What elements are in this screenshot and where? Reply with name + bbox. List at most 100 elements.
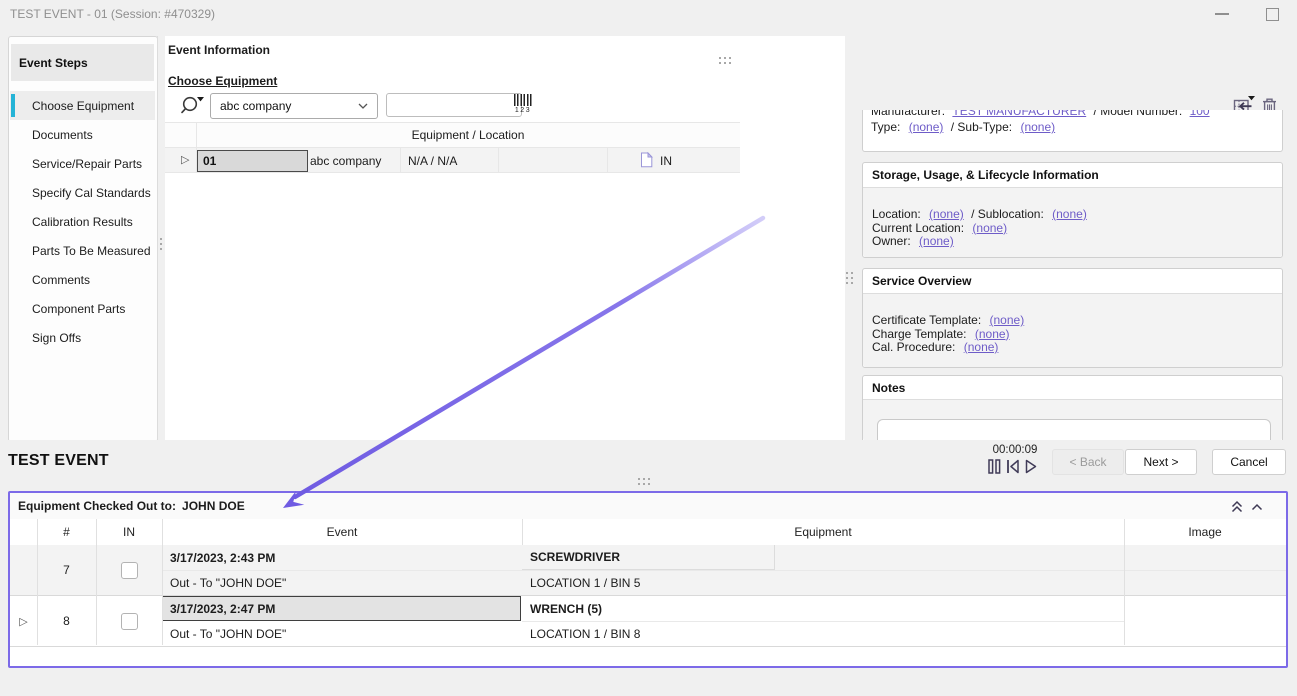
manufacturer-label: Manufacturer:: [871, 110, 945, 118]
event-detail: Out - To "JOHN DOE": [170, 621, 286, 646]
sidebar-splitter-grip[interactable]: [160, 238, 162, 240]
barcode-icon[interactable]: 123: [514, 94, 532, 114]
top-splitter-grip[interactable]: [719, 57, 721, 59]
sidebar-item-label: Documents: [32, 128, 93, 142]
owner-link[interactable]: (none): [919, 234, 954, 248]
type-label: Type:: [871, 120, 900, 134]
sidebar-item-comments[interactable]: Comments: [10, 265, 155, 294]
pause-icon[interactable]: [988, 459, 1001, 474]
notes-card-title: Notes: [863, 376, 1282, 399]
checkout-person: JOHN DOE: [182, 499, 245, 513]
event-time: 3/17/2023, 2:43 PM: [170, 545, 275, 570]
equipment-id-cell[interactable]: 01: [197, 150, 308, 172]
sidebar-item-label: Component Parts: [32, 302, 125, 316]
column-header-event: Event: [162, 519, 522, 545]
current-location-link[interactable]: (none): [972, 221, 1007, 235]
equipment-name: WRENCH (5): [530, 596, 602, 621]
notes-input[interactable]: [877, 419, 1271, 441]
checkout-table-header-row: # IN Event Equipment Image: [10, 519, 1286, 546]
search-icon[interactable]: [178, 93, 206, 119]
sidebar-item-specify-cal-standards[interactable]: Specify Cal Standards: [10, 178, 155, 207]
storage-card-body: Location: (none) / Sublocation: (none) C…: [863, 187, 1282, 257]
section-title: Event Information: [168, 43, 270, 57]
type-line: Type: (none) / Sub-Type: (none): [871, 121, 1055, 135]
next-button[interactable]: Next >: [1125, 449, 1197, 475]
row-expander-icon[interactable]: ▷: [181, 153, 189, 166]
column-divider: [96, 519, 97, 645]
column-divider: [522, 519, 523, 545]
search-input[interactable]: [386, 93, 522, 117]
location-link[interactable]: (none): [929, 207, 964, 221]
sublocation-link[interactable]: (none): [1052, 207, 1087, 221]
row-number: 8: [37, 596, 96, 646]
row-expander-icon[interactable]: ▷: [10, 596, 37, 646]
maximize-icon[interactable]: [1266, 8, 1279, 21]
column-header-in: IN: [96, 519, 162, 545]
column-divider: [162, 519, 163, 645]
company-select[interactable]: abc company: [210, 93, 378, 119]
event-timer: 00:00:09: [986, 444, 1044, 456]
event-steps-header: Event Steps: [11, 44, 154, 81]
charge-template-link[interactable]: (none): [975, 327, 1010, 341]
cal-procedure-label: Cal. Procedure:: [872, 340, 955, 354]
row-checkbox[interactable]: [121, 562, 138, 579]
window-title: TEST EVENT - 01 (Session: #470329): [10, 7, 215, 21]
location-label: Location:: [872, 207, 921, 221]
subtype-label: / Sub-Type:: [951, 120, 1012, 134]
minimize-icon[interactable]: [1215, 13, 1229, 15]
back-button[interactable]: < Back: [1052, 449, 1124, 475]
manufacturer-line: Manufacturer: TEST MANUFACTURER / Model …: [871, 110, 1210, 119]
sidebar-item-component-parts[interactable]: Component Parts: [10, 294, 155, 323]
cal-procedure-link[interactable]: (none): [964, 340, 999, 354]
equipment-status: IN: [660, 148, 672, 173]
checkout-row-7[interactable]: 7 3/17/2023, 2:43 PM Out - To "JOHN DOE"…: [10, 545, 1286, 595]
current-location-label: Current Location:: [872, 221, 964, 235]
column-header-image: Image: [1124, 519, 1286, 545]
sidebar-splitter[interactable]: [157, 36, 158, 440]
details-splitter-grip[interactable]: [846, 272, 848, 274]
footer-splitter-grip[interactable]: [638, 478, 640, 480]
cancel-button[interactable]: Cancel: [1212, 449, 1286, 475]
sidebar-item-service-repair-parts[interactable]: Service/Repair Parts: [10, 149, 155, 178]
certificate-template-label: Certificate Template:: [872, 313, 981, 327]
equipment-location: N/A / N/A: [408, 148, 457, 173]
sidebar-item-sign-offs[interactable]: Sign Offs: [10, 323, 155, 352]
event-steps-panel: Event Steps Choose Equipment Documents S…: [8, 36, 158, 442]
equipment-checked-out-panel: Equipment Checked Out to: JOHN DOE # IN …: [8, 491, 1288, 668]
subtype-link[interactable]: (none): [1020, 120, 1055, 134]
charge-template-label: Charge Template:: [872, 327, 967, 341]
service-overview-title: Service Overview: [863, 269, 1282, 293]
chevron-down-icon: [358, 103, 377, 109]
footer-bar: TEST EVENT 00:00:09 < Back Next > Cancel: [0, 440, 1297, 491]
selected-event-time-cell[interactable]: 3/17/2023, 2:47 PM: [162, 596, 521, 621]
play-icon[interactable]: [1025, 459, 1037, 474]
sidebar-item-label: Specify Cal Standards: [32, 186, 151, 200]
sidebar-item-label: Choose Equipment: [32, 99, 134, 113]
sidebar-item-choose-equipment[interactable]: Choose Equipment: [10, 91, 155, 120]
event-detail: Out - To "JOHN DOE": [170, 570, 286, 595]
type-link[interactable]: (none): [909, 120, 944, 134]
skip-to-start-icon[interactable]: [1006, 459, 1020, 474]
equipment-identity-card: Manufacturer: TEST MANUFACTURER / Model …: [862, 110, 1283, 152]
document-icon[interactable]: [640, 152, 653, 168]
collapse-icon[interactable]: [1250, 500, 1264, 513]
equipment-id: 01: [203, 154, 216, 168]
notes-card: Notes: [862, 375, 1283, 441]
collapse-all-icon[interactable]: [1230, 500, 1244, 513]
equipment-location: LOCATION 1 / BIN 5: [530, 570, 640, 595]
sidebar-item-documents[interactable]: Documents: [10, 120, 155, 149]
event-time: 3/17/2023, 2:47 PM: [163, 602, 275, 616]
sidebar-item-label: Sign Offs: [32, 331, 81, 345]
model-number-label: / Model Number:: [1094, 110, 1183, 118]
checkout-row-8[interactable]: ▷ 8 3/17/2023, 2:47 PM Out - To "JOHN DO…: [10, 595, 1286, 647]
sidebar-item-calibration-results[interactable]: Calibration Results: [10, 207, 155, 236]
sidebar-item-parts-to-be-measured[interactable]: Parts To Be Measured: [10, 236, 155, 265]
certificate-template-link[interactable]: (none): [990, 313, 1025, 327]
event-steps-title: Event Steps: [11, 56, 88, 70]
storage-card-title: Storage, Usage, & Lifecycle Information: [863, 163, 1282, 187]
column-header-equipment: Equipment: [522, 519, 1124, 545]
model-number-link[interactable]: 100: [1190, 110, 1210, 118]
row-checkbox[interactable]: [121, 613, 138, 630]
manufacturer-link[interactable]: TEST MANUFACTURER: [952, 110, 1086, 118]
equipment-name-cell: SCREWDRIVER: [522, 545, 775, 570]
